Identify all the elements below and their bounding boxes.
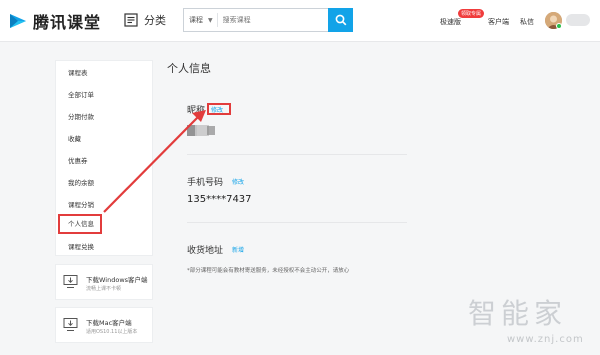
- search-scope-label: 课程: [189, 16, 203, 24]
- address-note: *部分课程可能会有教材寄送服务，未经授权不会主动公开，请放心: [187, 268, 350, 274]
- download-mac-subtitle: 适用OS10.11以上版本: [86, 329, 138, 335]
- watermark-text: 智能家: [468, 297, 568, 330]
- search-button[interactable]: [328, 8, 353, 32]
- address-label: 收货地址: [187, 246, 224, 256]
- nickname-edit-link[interactable]: 修改: [211, 105, 223, 114]
- account-sidebar: 课程表 全部订单 分期付款 收藏 优惠券 我的余额 课程分销 个人信息 课程兑换: [55, 60, 153, 256]
- download-mac-card[interactable]: 下载Mac客户端 适用OS10.11以上版本: [55, 307, 153, 343]
- phone-value: 135****7437: [187, 194, 252, 205]
- search-input[interactable]: [217, 16, 318, 24]
- search-scope-select[interactable]: 课程 ▼: [184, 13, 218, 27]
- logo-icon: [8, 11, 28, 31]
- divider: [187, 154, 407, 155]
- sidebar-item-favorites[interactable]: 收藏: [56, 129, 152, 149]
- logo-text: 腾讯课堂: [33, 13, 102, 32]
- address-add-link[interactable]: 新增: [232, 245, 244, 254]
- category-label: 分类: [144, 14, 166, 27]
- sidebar-item-orders[interactable]: 全部订单: [56, 85, 152, 105]
- online-status-icon: [556, 23, 562, 29]
- category-menu[interactable]: 分类: [124, 12, 166, 28]
- download-mac-title: 下载Mac客户端: [86, 319, 132, 327]
- divider: [187, 222, 407, 223]
- download-windows-title: 下载Windows客户端: [86, 276, 148, 284]
- sidebar-item-installments[interactable]: 分期付款: [56, 107, 152, 127]
- nav-client[interactable]: 客户端: [488, 17, 509, 27]
- monitor-download-icon: [63, 274, 78, 289]
- nickname-value-blurred: [187, 122, 217, 136]
- download-windows-card[interactable]: 下载Windows客户端 流畅上课不卡顿: [55, 264, 153, 300]
- logo[interactable]: 腾讯课堂: [8, 9, 101, 33]
- download-windows-subtitle: 流畅上课不卡顿: [86, 286, 122, 292]
- top-bar: 腾讯课堂 分类 课程 ▼ 极速版 领取专属 客户端 私信: [0, 0, 600, 42]
- nav-messages[interactable]: 私信: [520, 17, 534, 27]
- sidebar-item-coupons[interactable]: 优惠券: [56, 151, 152, 171]
- phone-edit-link[interactable]: 修改: [232, 177, 244, 186]
- username-placeholder[interactable]: [566, 14, 590, 26]
- sidebar-item-distribution[interactable]: 课程分销: [56, 195, 152, 215]
- nav-speed[interactable]: 极速版: [440, 17, 461, 27]
- sidebar-item-balance[interactable]: 我的余额: [56, 173, 152, 193]
- nickname-label: 昵称: [187, 106, 206, 116]
- chevron-down-icon: ▼: [208, 16, 213, 24]
- phone-label: 手机号码: [187, 178, 224, 188]
- speed-badge: 领取专属: [458, 9, 485, 18]
- page-title: 个人信息: [167, 62, 211, 75]
- watermark-url: www.znj.com: [507, 334, 584, 345]
- sidebar-item-schedule[interactable]: 课程表: [56, 63, 152, 83]
- sidebar-item-redeem[interactable]: 课程兑换: [56, 237, 152, 257]
- list-icon: [124, 13, 138, 27]
- sidebar-item-personal-info[interactable]: 个人信息: [58, 214, 102, 234]
- monitor-download-icon: [63, 317, 78, 332]
- search-icon: [335, 11, 347, 30]
